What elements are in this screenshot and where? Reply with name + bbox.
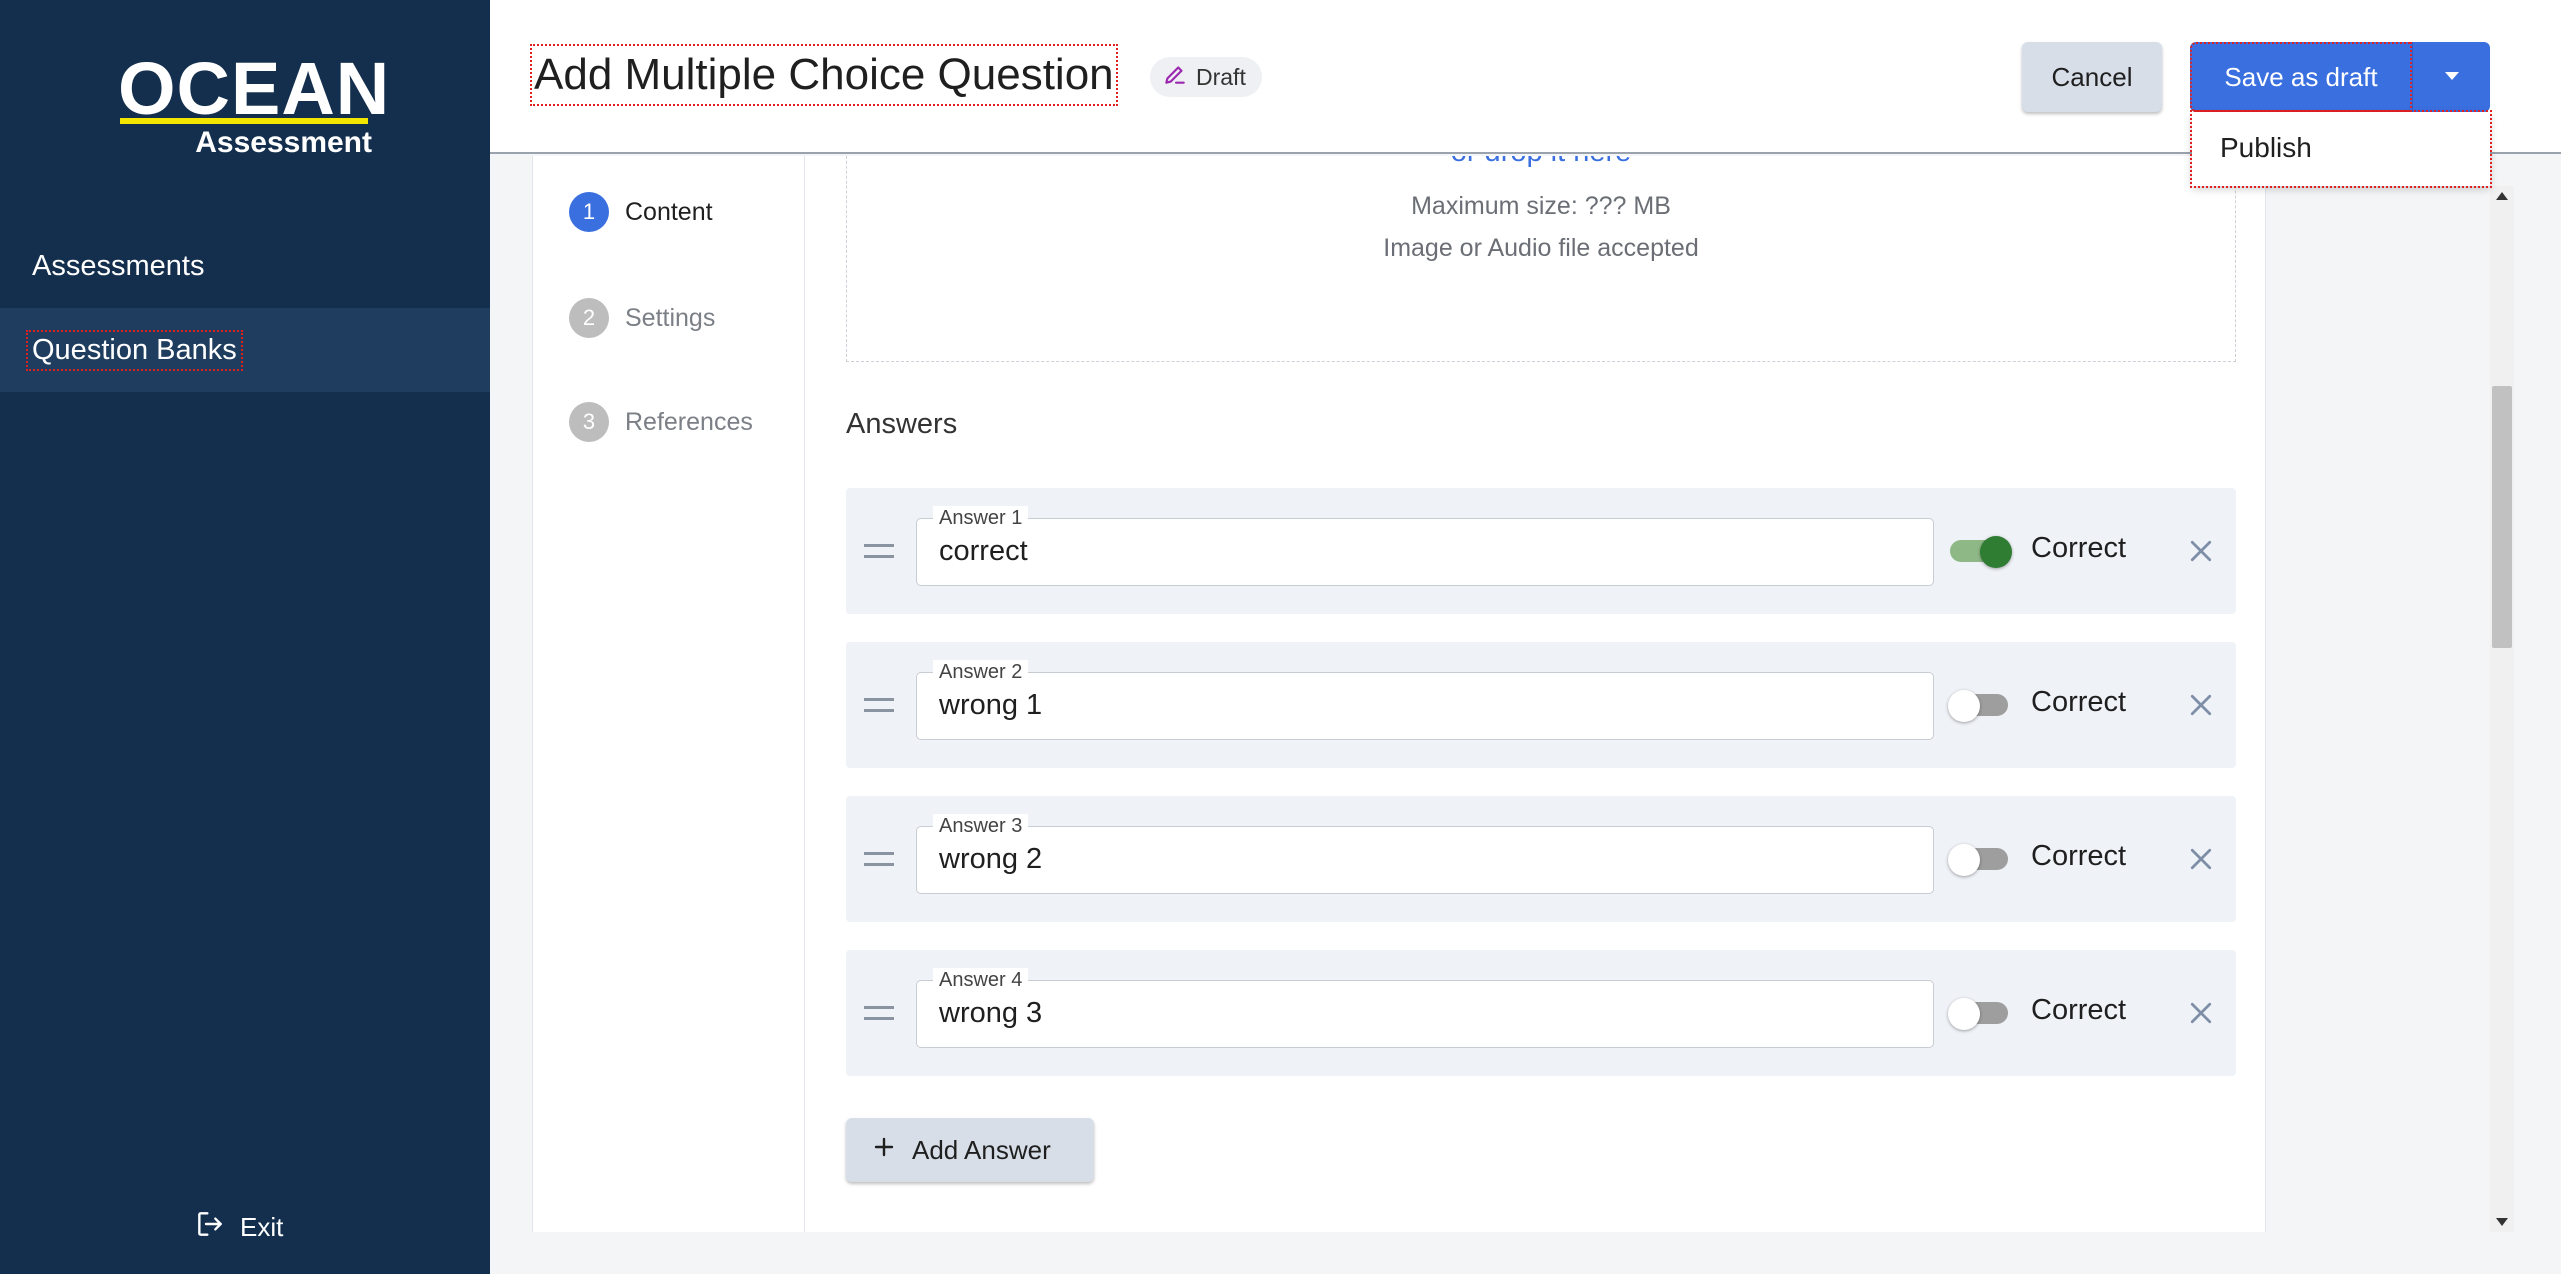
correct-label: Correct <box>2031 532 2127 564</box>
correct-label: Correct <box>2031 994 2127 1026</box>
save-options-menu: Publish <box>2190 110 2492 188</box>
correct-toggle[interactable] <box>1948 844 2012 876</box>
answer-field[interactable]: Answer 4 wrong 3 <box>916 968 1934 1048</box>
close-icon[interactable] <box>2186 690 2216 720</box>
sidebar-item-label: Assessments <box>32 249 205 282</box>
answers-heading: Answers <box>846 408 958 440</box>
drag-handle-icon[interactable] <box>864 852 894 866</box>
correct-toggle[interactable] <box>1948 998 2012 1030</box>
logo-wordmark: OCEAN <box>118 47 391 130</box>
dropzone-max-size: Maximum size: ??? MB <box>1411 192 1671 220</box>
answer-row: Answer 4 wrong 3 Correct <box>846 950 2236 1076</box>
step-number: 1 <box>569 192 609 232</box>
pencil-edit-icon <box>1162 61 1188 93</box>
add-answer-label: Add Answer <box>912 1134 1051 1165</box>
step-number: 2 <box>569 298 609 338</box>
step-label: Settings <box>625 303 716 332</box>
answer-field-value: wrong 1 <box>939 689 1043 721</box>
sidebar: OCEAN Assessment Assessments Question Ba… <box>0 0 490 1274</box>
close-icon[interactable] <box>2186 844 2216 874</box>
correct-label: Correct <box>2031 840 2127 872</box>
answer-field[interactable]: Answer 2 wrong 1 <box>916 660 1934 740</box>
answer-field[interactable]: Answer 3 wrong 2 <box>916 814 1934 894</box>
stepper: 1 Content 2 Settings 3 References <box>533 156 805 1232</box>
drag-handle-icon[interactable] <box>864 698 894 712</box>
media-dropzone[interactable]: or drop it here Maximum size: ??? MB Ima… <box>846 156 2236 362</box>
save-as-draft-button[interactable]: Save as draft <box>2190 42 2412 112</box>
step-label: References <box>625 407 753 436</box>
answer-field-value: wrong 3 <box>939 997 1043 1029</box>
toggle-thumb <box>1948 998 1980 1030</box>
correct-toggle[interactable] <box>1948 536 2012 568</box>
add-answer-button[interactable]: Add Answer <box>846 1118 1094 1182</box>
step-number: 3 <box>569 402 609 442</box>
logo-subtitle: Assessment <box>195 126 372 159</box>
answer-field-label: Answer 4 <box>933 968 1029 992</box>
close-icon[interactable] <box>2186 998 2216 1028</box>
plus-icon <box>872 1135 896 1166</box>
question-editor-card: 1 Content 2 Settings 3 References or dro… <box>532 156 2266 1232</box>
answer-field-value: correct <box>939 535 1028 567</box>
answer-field-label: Answer 3 <box>933 814 1029 838</box>
answer-row: Answer 2 wrong 1 Correct <box>846 642 2236 768</box>
answer-row: Answer 1 correct Correct <box>846 488 2236 614</box>
exit-button[interactable]: Exit <box>194 1208 283 1247</box>
answer-field[interactable]: Answer 1 correct <box>916 506 1934 586</box>
content-panel: or drop it here Maximum size: ??? MB Ima… <box>806 156 2266 1232</box>
step-label: Content <box>625 197 713 226</box>
answer-row: Answer 3 wrong 2 Correct <box>846 796 2236 922</box>
correct-label: Correct <box>2031 686 2127 718</box>
answer-field-label: Answer 1 <box>933 506 1029 530</box>
content-scrollbar[interactable] <box>2490 186 2514 1232</box>
save-options-dropdown-button[interactable] <box>2412 42 2490 112</box>
step-content[interactable]: 1 Content <box>569 192 713 232</box>
scroll-thumb[interactable] <box>2492 386 2512 648</box>
page-title: Add Multiple Choice Question <box>530 44 1118 106</box>
logo-underline <box>120 118 368 124</box>
status-badge: Draft <box>1150 57 1262 97</box>
exit-icon <box>194 1208 226 1247</box>
scroll-up-arrow[interactable] <box>2496 192 2508 200</box>
toggle-thumb <box>1980 536 2012 568</box>
exit-label: Exit <box>240 1212 284 1242</box>
status-badge-label: Draft <box>1196 63 1246 90</box>
close-icon[interactable] <box>2186 536 2216 566</box>
dropzone-accepted-types: Image or Audio file accepted <box>1383 234 1699 262</box>
menu-item-publish[interactable]: Publish <box>2192 112 2490 184</box>
step-references[interactable]: 3 References <box>569 402 753 442</box>
sidebar-item-assessments[interactable]: Assessments <box>0 224 490 308</box>
cancel-button[interactable]: Cancel <box>2022 42 2162 112</box>
caret-down-icon <box>2442 70 2462 85</box>
drag-handle-icon[interactable] <box>864 544 894 558</box>
scroll-down-arrow[interactable] <box>2496 1218 2508 1226</box>
correct-toggle[interactable] <box>1948 690 2012 722</box>
dropzone-link[interactable]: or drop it here <box>847 156 2235 169</box>
app-logo[interactable]: OCEAN Assessment <box>118 52 389 164</box>
answer-field-label: Answer 2 <box>933 660 1029 684</box>
toggle-thumb <box>1948 690 1980 722</box>
sidebar-item-question-banks[interactable]: Question Banks <box>0 308 490 392</box>
toggle-thumb <box>1948 844 1980 876</box>
drag-handle-icon[interactable] <box>864 1006 894 1020</box>
answer-field-value: wrong 2 <box>939 843 1043 875</box>
sidebar-item-label: Question Banks <box>26 329 243 371</box>
step-settings[interactable]: 2 Settings <box>569 298 715 338</box>
